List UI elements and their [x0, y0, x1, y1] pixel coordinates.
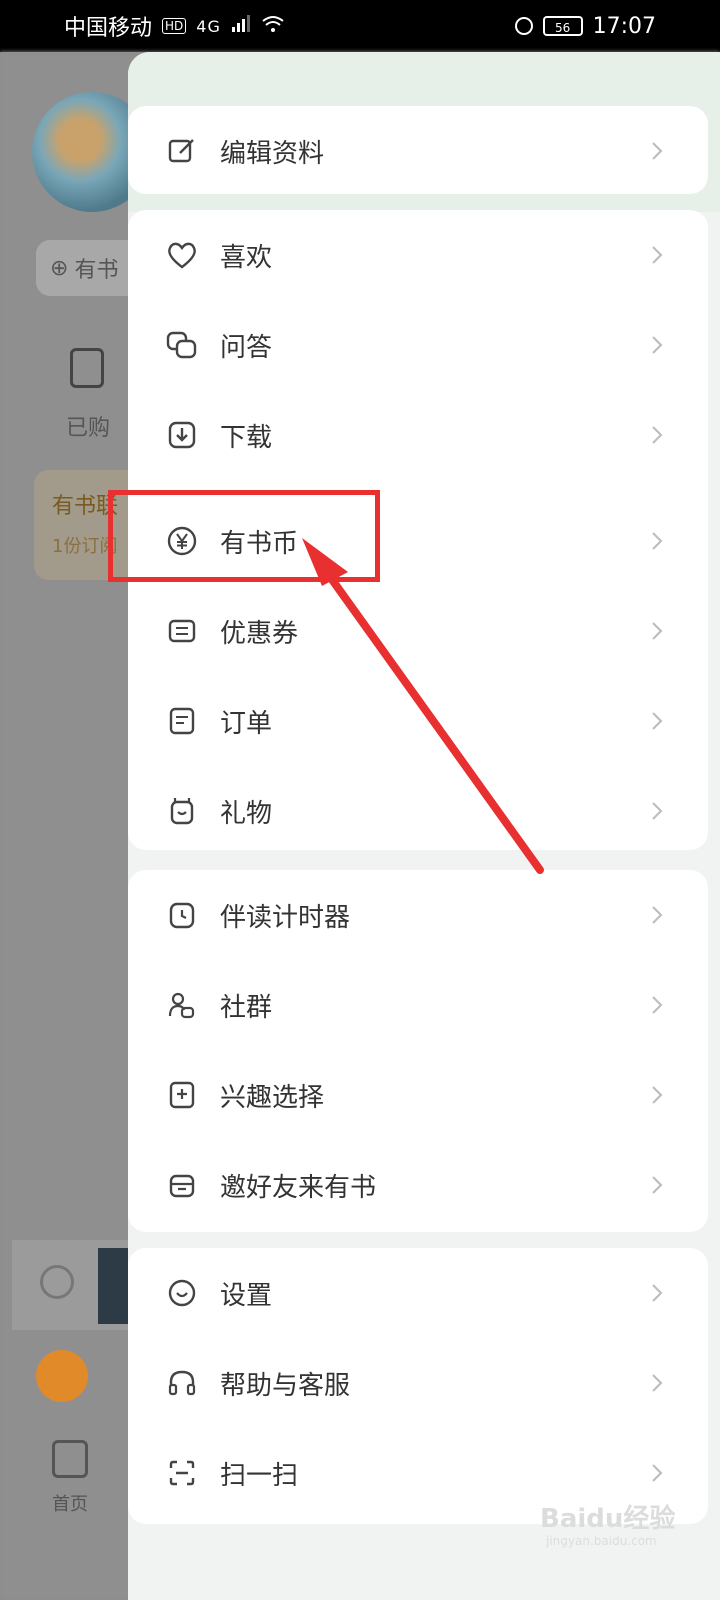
menu-item-orders[interactable]: 订单	[128, 676, 708, 766]
menu-item-interest-selection[interactable]: 兴趣选择	[128, 1050, 708, 1140]
chevron-right-icon	[652, 996, 663, 1014]
menu-item-label: 设置	[220, 1280, 273, 1311]
menu-item-edit-profile[interactable]: 编辑资料	[128, 106, 708, 196]
download-icon	[166, 419, 198, 451]
signal-icon	[231, 14, 251, 39]
chevron-right-icon	[652, 1176, 663, 1194]
menu-item-label: 社群	[220, 992, 273, 1023]
bought-label: 已购	[66, 416, 111, 441]
status-bar: 中国移动 HD 4G 56 17:07	[0, 0, 720, 52]
chevron-right-icon	[652, 532, 663, 550]
status-right: 56 17:07	[514, 13, 656, 39]
bought-icon	[70, 348, 104, 388]
chevron-right-icon	[652, 906, 663, 924]
timer-icon	[166, 899, 198, 931]
chevron-right-icon	[652, 1374, 663, 1392]
menu-item-reading-timer[interactable]: 伴读计时器	[128, 870, 708, 960]
carrier-label: 中国移动	[64, 16, 153, 41]
background-chip-label: 有书	[74, 258, 119, 283]
menu-item-label: 扫一扫	[220, 1460, 299, 1491]
menu-item-label: 兴趣选择	[220, 1082, 325, 1113]
menu-item-label: 喜欢	[220, 242, 273, 273]
menu-item-qa[interactable]: 问答	[128, 300, 708, 390]
heart-icon	[166, 239, 198, 271]
edit-icon	[166, 135, 198, 167]
wifi-icon	[261, 14, 285, 39]
menu-item-label: 订单	[220, 708, 273, 739]
settings-icon	[166, 1277, 198, 1309]
watermark-logo: Baidu经验	[540, 1504, 676, 1534]
menu-item-label: 问答	[220, 332, 273, 363]
menu-group-community: 伴读计时器 社群 兴趣选择 邀好友来有书	[128, 870, 708, 1232]
home-icon	[52, 1440, 88, 1478]
menu-item-label: 邀好友来有书	[220, 1172, 377, 1203]
status-left: 中国移动 HD 4G	[64, 10, 285, 42]
chevron-right-icon	[652, 1284, 663, 1302]
menu-item-label: 帮助与客服	[220, 1370, 351, 1401]
interest-icon	[166, 1079, 198, 1111]
community-icon	[166, 989, 198, 1021]
chevron-right-icon	[652, 426, 663, 444]
chevron-right-icon	[652, 1086, 663, 1104]
menu-item-invite-friends[interactable]: 邀好友来有书	[128, 1140, 708, 1230]
menu-item-label: 编辑资料	[220, 138, 325, 169]
menu-item-likes[interactable]: 喜欢	[128, 210, 708, 300]
side-drawer: 编辑资料 喜欢 问答 下载 有书币 优惠券 订单 礼物 伴读计时器 社群 兴趣选…	[128, 52, 720, 1600]
chevron-right-icon	[652, 622, 663, 640]
menu-item-label: 下载	[220, 422, 273, 453]
play-icon	[40, 1265, 74, 1299]
chevron-right-icon	[652, 712, 663, 730]
menu-item-label: 伴读计时器	[220, 902, 351, 933]
chevron-right-icon	[652, 246, 663, 264]
orange-badge-icon	[36, 1350, 88, 1402]
chevron-right-icon	[652, 802, 663, 820]
chevron-right-icon	[652, 336, 663, 354]
time-label: 17:07	[592, 13, 656, 39]
chat-icon	[166, 329, 198, 361]
headset-icon	[166, 1367, 198, 1399]
invite-icon	[166, 1169, 198, 1201]
scan-icon	[166, 1457, 198, 1489]
chevron-right-icon	[652, 142, 663, 160]
gift-icon	[166, 795, 198, 827]
coupon-icon	[166, 615, 198, 647]
menu-item-download[interactable]: 下载	[128, 390, 708, 480]
menu-item-community[interactable]: 社群	[128, 960, 708, 1050]
annotation-highlight-box	[108, 490, 380, 582]
home-tab-label: 首页	[52, 1494, 88, 1515]
menu-item-coupons[interactable]: 优惠券	[128, 586, 708, 676]
watermark-domain: jingyan.baidu.com	[546, 1534, 657, 1548]
menu-item-label: 优惠券	[220, 618, 299, 649]
hd-badge: HD	[162, 18, 187, 34]
menu-item-settings[interactable]: 设置	[128, 1248, 708, 1338]
signal-label: 4G	[196, 16, 221, 36]
plus-icon: ⊕	[50, 255, 69, 281]
menu-item-label: 礼物	[220, 798, 273, 829]
menu-group-profile: 编辑资料	[128, 106, 708, 194]
battery-icon: 56	[542, 16, 583, 36]
order-icon	[166, 705, 198, 737]
menu-item-help-support[interactable]: 帮助与客服	[128, 1338, 708, 1428]
menu-item-gifts[interactable]: 礼物	[128, 766, 708, 856]
alarm-icon	[514, 17, 533, 35]
chevron-right-icon	[652, 1464, 663, 1482]
menu-group-settings: 设置 帮助与客服 扫一扫	[128, 1248, 708, 1524]
